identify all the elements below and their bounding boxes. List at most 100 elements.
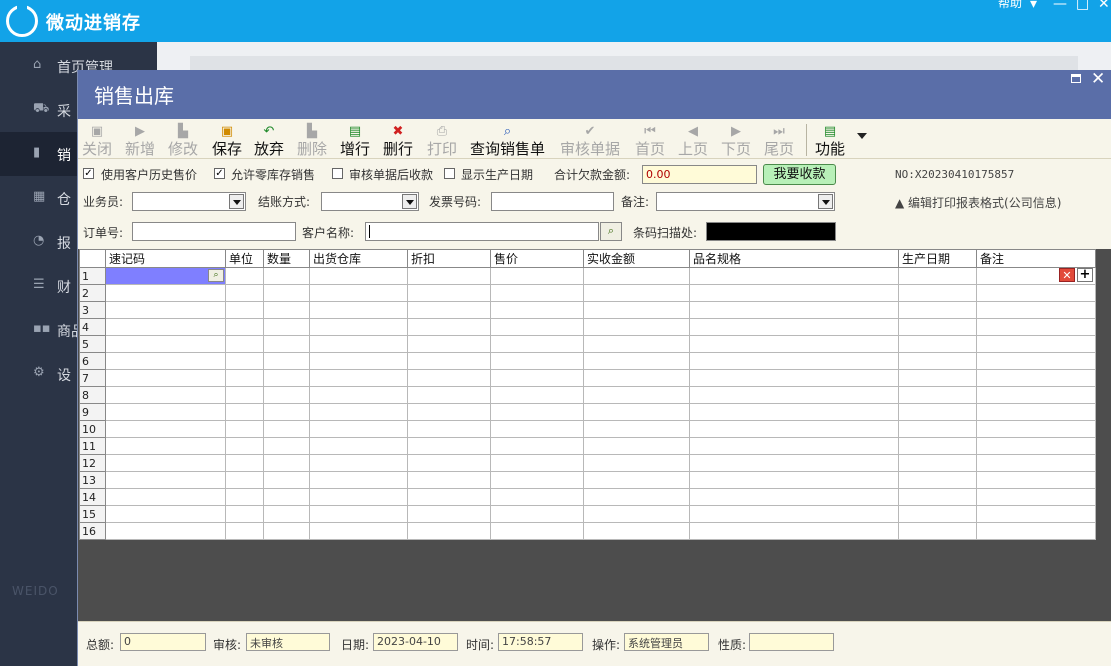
maximize-icon[interactable]: □ xyxy=(1076,0,1089,12)
table-cell[interactable] xyxy=(407,488,491,506)
table-row[interactable]: 5 xyxy=(79,335,1096,353)
table-cell[interactable] xyxy=(263,386,310,404)
table-cell[interactable] xyxy=(898,352,977,370)
invoice-number-input[interactable] xyxy=(491,192,614,211)
item-picker-icon[interactable]: ⌕ xyxy=(208,269,224,282)
close-icon[interactable]: ✕ xyxy=(1091,69,1105,89)
table-cell[interactable] xyxy=(898,420,977,438)
table-cell[interactable] xyxy=(583,505,690,523)
table-cell[interactable] xyxy=(583,454,690,472)
table-cell[interactable] xyxy=(225,505,264,523)
table-cell[interactable] xyxy=(898,318,977,336)
table-row[interactable]: 8 xyxy=(79,386,1096,404)
table-cell[interactable] xyxy=(105,420,226,438)
customer-picker-icon[interactable]: ⌕ xyxy=(600,222,622,241)
table-cell[interactable] xyxy=(407,335,491,353)
table-cell[interactable] xyxy=(583,471,690,489)
table-cell[interactable] xyxy=(225,403,264,421)
table-cell[interactable] xyxy=(583,335,690,353)
table-row[interactable]: 16 xyxy=(79,522,1096,540)
save-button[interactable]: ▣ 保存 xyxy=(212,123,242,159)
table-cell[interactable] xyxy=(976,403,1096,421)
table-cell[interactable] xyxy=(105,369,226,387)
remark-select[interactable] xyxy=(656,192,835,211)
table-cell[interactable] xyxy=(263,301,310,319)
order-number-input[interactable] xyxy=(132,222,296,241)
table-cell[interactable] xyxy=(263,335,310,353)
table-cell[interactable] xyxy=(898,301,977,319)
table-cell[interactable] xyxy=(225,488,264,506)
table-cell[interactable] xyxy=(263,352,310,370)
table-cell[interactable] xyxy=(309,318,408,336)
table-cell[interactable] xyxy=(263,471,310,489)
table-row[interactable]: 6 xyxy=(79,352,1096,370)
table-cell[interactable] xyxy=(407,522,491,540)
table-cell[interactable] xyxy=(898,284,977,302)
table-cell[interactable] xyxy=(898,522,977,540)
table-cell[interactable] xyxy=(263,284,310,302)
salesman-select[interactable] xyxy=(132,192,246,211)
table-cell[interactable] xyxy=(105,284,226,302)
table-cell[interactable] xyxy=(583,522,690,540)
table-cell[interactable] xyxy=(407,386,491,404)
first-page-button[interactable]: ⏮ 首页 xyxy=(635,123,665,159)
table-cell[interactable] xyxy=(490,301,584,319)
column-header[interactable]: 实收金额 xyxy=(583,249,690,268)
table-cell[interactable] xyxy=(225,420,264,438)
table-cell[interactable] xyxy=(225,386,264,404)
table-cell[interactable] xyxy=(490,471,584,489)
table-cell[interactable] xyxy=(976,437,1096,455)
table-cell[interactable] xyxy=(490,369,584,387)
receive-payment-button[interactable]: 我要收款 xyxy=(763,164,836,185)
table-cell[interactable] xyxy=(105,301,226,319)
column-header[interactable]: 速记码 xyxy=(105,249,226,268)
table-cell[interactable] xyxy=(976,284,1096,302)
table-cell[interactable] xyxy=(490,454,584,472)
table-cell[interactable] xyxy=(689,369,899,387)
table-cell[interactable] xyxy=(105,318,226,336)
table-cell[interactable] xyxy=(583,301,690,319)
table-cell[interactable] xyxy=(263,522,310,540)
table-cell[interactable] xyxy=(976,352,1096,370)
table-cell[interactable] xyxy=(490,335,584,353)
table-cell[interactable] xyxy=(976,301,1096,319)
allow-zero-stock-checkbox[interactable]: ✓ xyxy=(214,168,225,179)
table-cell[interactable] xyxy=(105,437,226,455)
table-cell[interactable] xyxy=(309,403,408,421)
table-row[interactable]: 15 xyxy=(79,505,1096,523)
table-cell[interactable] xyxy=(490,505,584,523)
table-cell[interactable] xyxy=(309,488,408,506)
column-header[interactable]: 单位 xyxy=(225,249,264,268)
table-cell[interactable] xyxy=(490,420,584,438)
table-cell[interactable] xyxy=(309,284,408,302)
table-cell[interactable] xyxy=(689,505,899,523)
table-cell[interactable] xyxy=(263,318,310,336)
table-cell[interactable] xyxy=(105,454,226,472)
use-history-price-checkbox[interactable]: ✓ xyxy=(83,168,94,179)
table-cell[interactable] xyxy=(309,454,408,472)
minimize-icon[interactable]: — xyxy=(1053,0,1067,12)
chevron-down-icon[interactable] xyxy=(818,194,833,209)
table-cell[interactable] xyxy=(105,505,226,523)
table-cell[interactable] xyxy=(105,386,226,404)
table-cell[interactable] xyxy=(225,471,264,489)
next-page-button[interactable]: ▶ 下页 xyxy=(721,123,751,159)
table-cell[interactable] xyxy=(407,420,491,438)
table-row[interactable]: 2 xyxy=(79,284,1096,302)
edit-button[interactable]: ▙ 修改 xyxy=(168,123,198,159)
table-cell[interactable] xyxy=(407,505,491,523)
chevron-down-icon[interactable] xyxy=(402,194,417,209)
table-cell[interactable] xyxy=(407,454,491,472)
table-cell[interactable] xyxy=(976,488,1096,506)
table-cell[interactable] xyxy=(689,454,899,472)
table-cell[interactable] xyxy=(583,403,690,421)
table-cell[interactable] xyxy=(976,335,1096,353)
new-button[interactable]: ▶ 新增 xyxy=(125,123,155,159)
undo-button[interactable]: ↶ 放弃 xyxy=(254,123,284,159)
table-cell[interactable] xyxy=(490,352,584,370)
table-cell[interactable] xyxy=(407,284,491,302)
table-cell[interactable] xyxy=(490,284,584,302)
table-row[interactable]: 12 xyxy=(79,454,1096,472)
table-cell[interactable] xyxy=(898,403,977,421)
print-button[interactable]: ⎙ 打印 xyxy=(427,123,457,159)
